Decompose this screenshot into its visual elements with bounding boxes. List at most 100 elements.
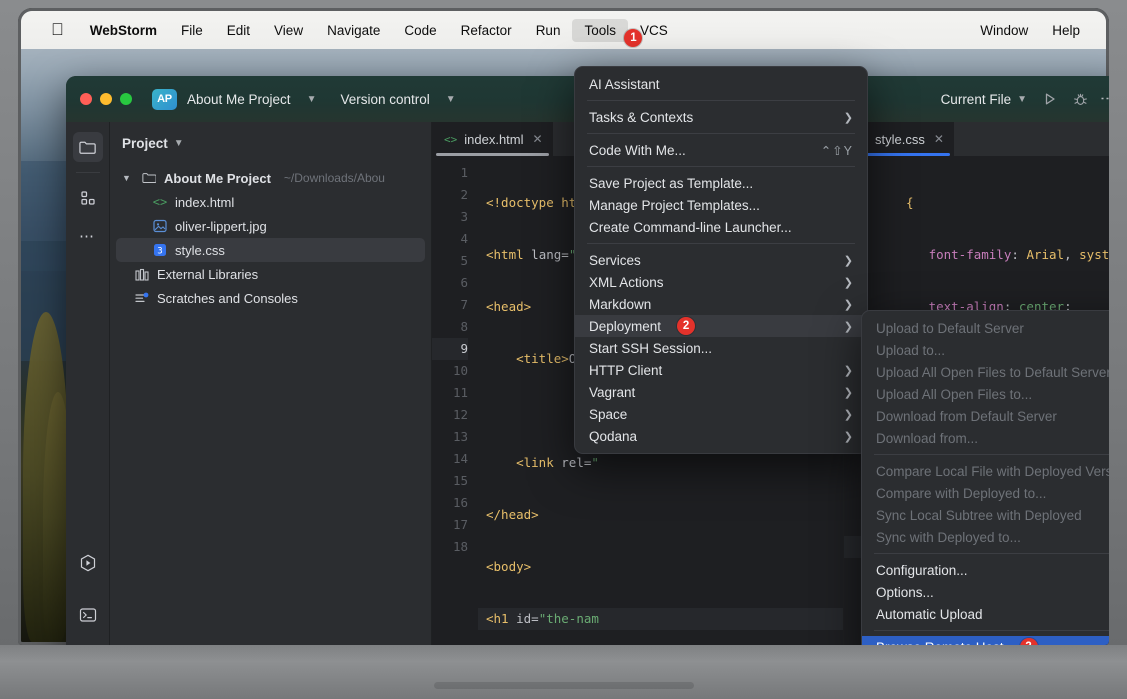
menu-item-label: Upload All Open Files to Default Server [876,364,1109,380]
chevron-down-icon[interactable]: ▼ [307,94,317,105]
tree-item-external-libraries[interactable]: External Libraries [110,262,431,286]
menu-item-upload-to: Upload to... [862,339,1109,361]
menu-item-label: Automatic Upload [876,606,983,622]
expand-chevron-icon[interactable]: ▼ [122,173,134,183]
menu-item-start-ssh-session[interactable]: Start SSH Session... [575,337,867,359]
menu-item-manage-project-templates[interactable]: Manage Project Templates... [575,194,867,216]
menu-help[interactable]: Help [1040,19,1092,42]
stripe-divider [75,172,100,173]
close-icon[interactable]: ✕ [533,132,543,146]
close-icon[interactable]: ✕ [934,132,944,146]
project-pane-header: Project ▼ [110,122,431,164]
menu-code[interactable]: Code [392,19,448,42]
chevron-right-icon: ❯ [843,320,853,333]
terminal-icon[interactable] [73,600,103,630]
tab-label: style.css [875,131,925,147]
menu-navigate[interactable]: Navigate [315,19,392,42]
menu-item-space[interactable]: Space ❯ [575,403,867,425]
menu-webstorm[interactable]: WebStorm [78,19,169,42]
menu-item-code-with-me[interactable]: Code With Me... ⌃⇧Y [575,139,867,161]
more-horizontal-icon[interactable]: ⋯ [73,221,103,251]
menu-item-markdown[interactable]: Markdown ❯ [575,293,867,315]
menu-item-sync-with-deployed-to: Sync with Deployed to... [862,526,1109,548]
tree-item-scratches-and-consoles[interactable]: Scratches and Consoles [110,286,431,310]
tree-path: ~/Downloads/Abou [283,171,385,185]
chevron-right-icon: ❯ [843,276,853,289]
menu-item-tasks-contexts[interactable]: Tasks & Contexts ❯ [575,106,867,128]
menu-tools[interactable]: Tools [572,18,628,42]
menu-window[interactable]: Window [968,19,1040,42]
menu-item-configuration[interactable]: Configuration... [862,559,1109,581]
menu-file[interactable]: File [169,19,215,42]
folder-icon [141,170,157,186]
menu-item-label: Options... [876,584,934,600]
tree-item-style-css[interactable]: 3 style.css [116,238,425,262]
menu-run[interactable]: Run [524,19,573,42]
apple-icon[interactable]:  [47,21,78,40]
project-name-label[interactable]: About Me Project [187,92,291,107]
menu-item-sync-local-subtree-with-deployed: Sync Local Subtree with Deployed [862,504,1109,526]
menu-item-deployment[interactable]: Deployment 2 ❯ [575,315,867,337]
html-icon: <> [152,195,168,209]
menu-edit[interactable]: Edit [215,19,262,42]
step-badge-2: 2 [677,317,696,335]
menu-item-label: Compare with Deployed to... [876,485,1047,501]
tree-label: About Me Project [164,170,271,186]
menu-item-label: Upload to... [876,342,946,358]
menu-item-shortcut: ⌃⇧Y [820,143,853,158]
editor-tabbar-right: 3 style.css ✕ [844,122,1109,156]
menu-item-create-command-line-launcher[interactable]: Create Command-line Launcher... [575,216,867,238]
menu-divider [587,166,855,167]
run-configuration-selector[interactable]: Current File [941,92,1012,107]
menu-item-label: Download from Default Server [876,408,1057,424]
menu-item-qodana[interactable]: Qodana ❯ [575,425,867,447]
chevron-right-icon: ❯ [843,298,853,311]
close-window-button[interactable] [80,93,92,105]
structure-blocks-icon[interactable] [73,183,103,213]
menu-divider [874,553,1109,554]
menu-item-automatic-upload[interactable]: Automatic Upload [862,603,1109,625]
debug-bug-icon[interactable] [1073,92,1088,107]
monitor-bezel:  WebStorm File Edit View Navigate Code … [18,8,1109,645]
maximize-window-button[interactable] [120,93,132,105]
menu-item-label: Sync with Deployed to... [876,529,1021,545]
window-controls [80,93,132,105]
menu-item-compare-with-deployed-to: Compare with Deployed to... [862,482,1109,504]
macos-menubar:  WebStorm File Edit View Navigate Code … [21,11,1106,49]
tab-label: index.html [464,131,524,147]
menu-item-label: Space [589,406,628,422]
run-hexagon-icon[interactable] [73,548,103,578]
menu-item-options[interactable]: Options... [862,581,1109,603]
menu-item-browse-remote-host[interactable]: Browse Remote Host 3 [862,636,1109,645]
version-control-button[interactable]: Version control [340,92,429,107]
tab-index-html[interactable]: <> index.html ✕ [432,122,553,156]
chevron-right-icon: ❯ [843,386,853,399]
menu-item-services[interactable]: Services ❯ [575,249,867,271]
tree-item-oliver-lippert-jpg[interactable]: oliver-lippert.jpg [110,214,431,238]
menu-item-vagrant[interactable]: Vagrant ❯ [575,381,867,403]
menu-view[interactable]: View [262,19,315,42]
menu-item-save-project-as-template[interactable]: Save Project as Template... [575,172,867,194]
chevron-right-icon: ❯ [843,254,853,267]
tree-item-about-me-project[interactable]: ▼ About Me Project ~/Downloads/Abou [110,166,431,190]
chevron-down-icon[interactable]: ▼ [446,94,456,105]
chevron-down-icon[interactable]: ▼ [1017,94,1027,105]
run-play-icon[interactable] [1043,92,1057,106]
chevron-down-icon[interactable]: ▼ [174,138,184,149]
folder-icon[interactable] [72,132,103,162]
tree-label: style.css [175,242,225,258]
image-icon [152,218,168,234]
svg-text:3: 3 [157,246,162,256]
minimize-window-button[interactable] [100,93,112,105]
tree-item-index-html[interactable]: <> index.html [110,190,431,214]
chevron-right-icon: ❯ [843,364,853,377]
menu-item-label: Create Command-line Launcher... [589,219,792,235]
menu-item-upload-all-open-files-to-default-server: Upload All Open Files to Default Server [862,361,1109,383]
menu-refactor[interactable]: Refactor [449,19,524,42]
tree-label: External Libraries [157,266,259,282]
menu-item-label: HTTP Client [589,362,663,378]
menu-item-http-client[interactable]: HTTP Client ❯ [575,359,867,381]
more-vertical-icon[interactable]: ⋮ [1099,91,1109,108]
menu-item-xml-actions[interactable]: XML Actions ❯ [575,271,867,293]
menu-item-ai-assistant[interactable]: AI Assistant [575,73,867,95]
